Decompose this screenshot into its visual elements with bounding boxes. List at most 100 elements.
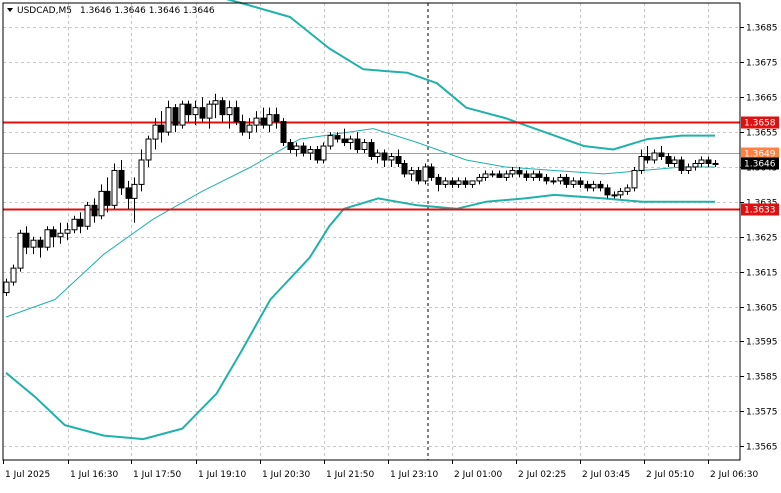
candle-body-bear: [219, 100, 226, 116]
candle-body-bull: [226, 107, 233, 116]
candle-body-bear: [563, 176, 570, 185]
current-price-label: 1.3646: [744, 160, 776, 170]
resistance-price-label: 1.3658: [744, 119, 776, 129]
candle-body-bear: [584, 183, 591, 189]
x-tick-label: 2 Jul 03:45: [582, 470, 630, 480]
candle: [280, 118, 287, 147]
candle-body-bull: [698, 159, 705, 164]
candle-body-bear: [300, 145, 307, 154]
candle-body-bull: [489, 173, 496, 176]
candle-body-bear: [597, 183, 604, 189]
candle-body-bear: [644, 155, 651, 161]
y-tick-label: 1.3575: [746, 408, 778, 418]
candle-body-bear: [260, 117, 267, 126]
candle-body-bull: [44, 229, 51, 248]
candle-body-bear: [23, 232, 30, 248]
y-tick-label: 1.3625: [746, 234, 778, 244]
x-tick-label: 1 Jul 23:10: [390, 470, 439, 480]
x-tick-label: 2 Jul 01:00: [454, 470, 503, 480]
candle-body-bear: [91, 204, 98, 217]
candle-body-bull: [138, 159, 145, 185]
y-tick-label: 1.3665: [746, 94, 778, 104]
candle-body-bear: [233, 107, 240, 123]
candle-body-bear: [449, 180, 456, 185]
y-tick-label: 1.3605: [746, 304, 778, 314]
x-tick-label: 1 Jul 2025: [5, 470, 50, 480]
candle-body-bull: [192, 107, 199, 116]
candle-body-bear: [118, 169, 125, 189]
candle-body-bull: [84, 204, 91, 227]
candle-body-bear: [172, 107, 179, 126]
candle: [10, 264, 17, 286]
candle-body-bear: [516, 169, 523, 175]
candle-body-bear: [543, 176, 550, 182]
candle-body-bull: [165, 107, 172, 133]
candle-body-bear: [50, 229, 57, 238]
candle-body-bull: [266, 114, 273, 126]
candle: [631, 166, 638, 192]
candle-body-bull: [131, 183, 138, 199]
candle-body-bull: [30, 239, 37, 248]
candle-body-bear: [496, 173, 503, 178]
candle-body-bear: [185, 103, 192, 116]
candle: [84, 201, 91, 230]
candle-body-bear: [665, 155, 672, 164]
candle-body-bull: [530, 173, 537, 178]
x-tick-label: 1 Jul 21:50: [326, 470, 375, 480]
candle-body-bear: [604, 187, 611, 196]
candle-body-bull: [570, 180, 577, 185]
candle-body-bear: [354, 138, 361, 151]
x-tick-label: 1 Jul 16:30: [70, 470, 119, 480]
candle-body-bear: [462, 180, 469, 185]
candle-body-bull: [64, 229, 71, 234]
candle-body-bear: [523, 173, 530, 178]
candle-body-bull: [179, 103, 186, 126]
candle-body-bull: [320, 145, 327, 161]
candle-body-bull: [293, 145, 300, 151]
candle-body-bull: [476, 176, 483, 182]
candle-body-bull: [212, 100, 219, 105]
candle-body-bull: [442, 180, 449, 185]
candle-body-bull: [422, 166, 429, 182]
candle-body-bull: [482, 173, 489, 178]
candle-body-bull: [455, 180, 462, 185]
candle-body-bear: [280, 121, 287, 144]
candle: [111, 163, 118, 209]
candle-body-bull: [685, 166, 692, 171]
x-tick-label: 2 Jul 05:10: [646, 470, 695, 480]
candle-body-bull: [388, 155, 395, 161]
support-price-label: 1.3633: [744, 206, 776, 216]
candle-body-bear: [435, 176, 442, 185]
candle-body-bear: [287, 142, 294, 151]
candle-body-bull: [152, 124, 159, 140]
candle-body-bull: [408, 169, 415, 175]
candle: [368, 139, 375, 160]
candle-body-bear: [273, 114, 280, 123]
candle-body-bear: [381, 152, 388, 161]
candle-body-bull: [327, 135, 334, 147]
candle-body-bear: [158, 124, 165, 133]
candle-body-bull: [671, 159, 678, 164]
candle: [320, 142, 327, 164]
candle-body-bear: [536, 173, 543, 178]
x-tick-label: 1 Jul 20:30: [262, 470, 311, 480]
y-tick-label: 1.3685: [746, 24, 778, 34]
candle: [17, 229, 24, 272]
candle-body-bear: [77, 218, 84, 227]
candle-body-bull: [469, 180, 476, 185]
candle-body-bear: [368, 142, 375, 157]
x-tick-label: 2 Jul 06:30: [710, 470, 759, 480]
candle-body-bear: [678, 159, 685, 171]
candle-body-bear: [658, 152, 665, 157]
candle-body-bear: [401, 162, 408, 175]
candle-body-bull: [692, 162, 699, 168]
candle-body-bear: [577, 180, 584, 185]
candle-body-bull: [617, 190, 624, 196]
candle-body-bull: [374, 152, 381, 157]
candle-body-bear: [415, 169, 422, 182]
candle-body-bear: [239, 121, 246, 133]
candle-body-bull: [307, 149, 314, 154]
candlestick-chart: 1.36851.36751.36651.36551.36451.36351.36…: [0, 0, 781, 489]
candle: [179, 100, 186, 129]
candle-body-bear: [341, 138, 348, 144]
